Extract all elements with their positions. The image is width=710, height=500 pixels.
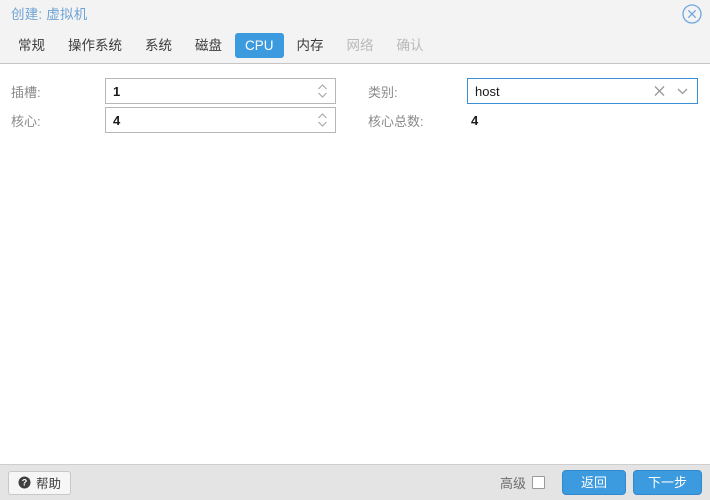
dialog-title: 创建: 虚拟机 xyxy=(11,7,88,22)
tab-network: 网络 xyxy=(346,37,374,53)
spinner-arrows-icon[interactable] xyxy=(316,82,329,100)
sockets-value: 1 xyxy=(113,83,121,99)
advanced-checkbox[interactable] xyxy=(531,476,545,489)
advanced-toggle-group[interactable]: 高级 xyxy=(500,473,545,492)
sockets-stepper[interactable]: 1 xyxy=(105,78,336,104)
spinner-arrows-icon[interactable] xyxy=(316,111,329,129)
tab-os[interactable]: 操作系统 xyxy=(58,33,132,58)
tab-confirm: 确认 xyxy=(396,37,424,53)
total-cores-value: 4 xyxy=(471,112,479,128)
tab-cpu[interactable]: CPU xyxy=(235,32,284,58)
sockets-label: 插槽: xyxy=(11,84,41,100)
svg-text:?: ? xyxy=(22,478,28,488)
question-mark-circle-icon: ? xyxy=(18,476,31,489)
chevron-down-icon[interactable] xyxy=(676,87,689,96)
clear-x-icon[interactable] xyxy=(653,85,666,98)
total-cores-label: 核心总数: xyxy=(368,113,424,129)
dialog-footer: ? 帮助 高级 返回 下一步 xyxy=(0,464,710,500)
cpu-type-label: 类别: xyxy=(368,84,398,100)
cpu-type-combobox[interactable]: host xyxy=(467,78,698,104)
tab-memory[interactable]: 内存 xyxy=(287,33,334,58)
cpu-type-value: host xyxy=(475,83,500,99)
tab-disks[interactable]: 磁盘 xyxy=(185,33,232,58)
cores-value: 4 xyxy=(113,112,121,128)
close-circle-icon[interactable] xyxy=(681,3,703,25)
cores-stepper[interactable]: 4 xyxy=(105,107,336,133)
help-button[interactable]: ? 帮助 xyxy=(8,470,72,495)
title-row: 创建: 虚拟机 xyxy=(0,0,710,27)
advanced-label: 高级 xyxy=(499,476,526,491)
field-row-cores: 核心: 4 xyxy=(0,107,336,133)
dialog-body: 插槽: 1 核心: 4 类别: host 核心总数: 4 xyxy=(0,64,710,464)
dialog-header: 创建: 虚拟机 常规 操作系统 系统 磁盘 CPU 内存 网络 确认 xyxy=(0,0,710,64)
create-vm-wizard-dialog: 创建: 虚拟机 常规 操作系统 系统 磁盘 CPU 内存 网络 确认 插槽: 1… xyxy=(0,0,710,500)
tab-system[interactable]: 系统 xyxy=(135,33,182,58)
next-button[interactable]: 下一步 xyxy=(632,470,702,495)
back-button[interactable]: 返回 xyxy=(561,470,626,495)
field-row-sockets: 插槽: 1 xyxy=(0,78,336,104)
field-row-total-cores: 核心总数: 4 xyxy=(357,107,478,133)
cores-label: 核心: xyxy=(11,113,41,129)
field-row-cpu-type: 类别: host xyxy=(357,78,698,104)
tab-general[interactable]: 常规 xyxy=(8,33,55,58)
help-button-label: 帮助 xyxy=(36,477,62,491)
wizard-tabbar: 常规 操作系统 系统 磁盘 CPU 内存 网络 确认 xyxy=(0,27,710,63)
